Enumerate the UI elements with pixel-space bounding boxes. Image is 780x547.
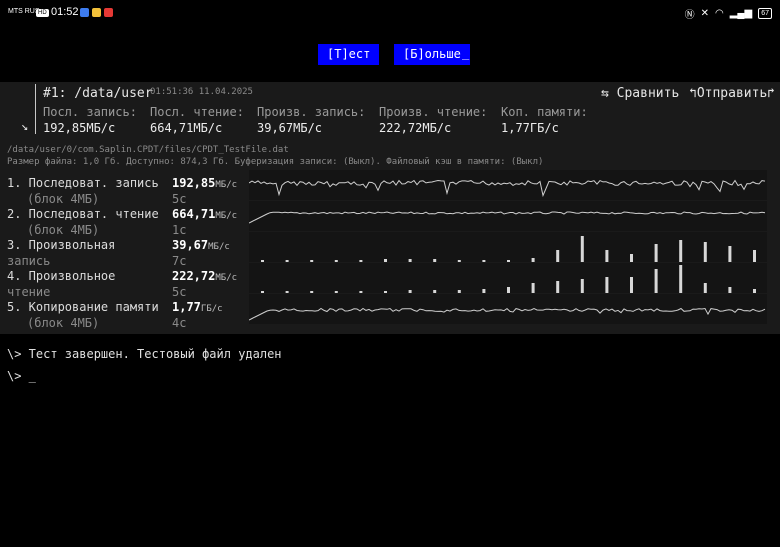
test-name: 5. Копирование памяти: [7, 300, 159, 314]
summary-header: Произв. чтение:: [379, 105, 488, 119]
app-notification-icon: [104, 8, 113, 17]
test-unit: МБ/с: [215, 180, 238, 190]
test-value: 192,85МБ/с: [172, 176, 237, 190]
status-time: 01:52: [51, 6, 79, 18]
summary-header: Коп. памяти:: [501, 105, 588, 119]
expand-arrow-icon[interactable]: ↘: [21, 119, 28, 133]
test-subtitle: (блок 4МБ): [27, 223, 100, 237]
test-value-number: 192,85: [172, 176, 216, 190]
summary-value: 1,77ГБ/с: [501, 121, 559, 135]
test-value-number: 1,77: [172, 300, 201, 314]
test-unit: МБ/с: [215, 211, 238, 221]
system-icons: Ⓝ ✕ ◠ ▂▄▆ 67: [685, 6, 772, 21]
mute-icon: ✕: [700, 8, 709, 19]
test-name: 4. Произвольное: [7, 269, 116, 283]
file-path: /data/user/0/com.Saplin.CPDT/files/CPDT_…: [7, 145, 289, 155]
test-name: 3. Произвольная: [7, 238, 116, 252]
test-unit: МБ/с: [208, 242, 230, 252]
test-name: 1. Последоват. запись: [7, 176, 159, 190]
test-duration: 4с: [172, 316, 187, 330]
throughput-graphs: [249, 170, 767, 324]
nfc-icon: Ⓝ: [684, 10, 695, 21]
signal-icon: ▂▄▆: [729, 8, 753, 19]
input-cursor: _: [462, 46, 470, 60]
test-duration: 1с: [172, 223, 187, 237]
test-name: 2. Последоват. чтение: [7, 207, 159, 221]
battery-icon: 67: [758, 8, 772, 19]
app-notification-icon: [80, 8, 89, 17]
test-duration: 7с: [172, 254, 187, 268]
test-value: 664,71МБ/с: [172, 207, 237, 221]
more-button[interactable]: [Б]ольше: [394, 44, 470, 65]
test-value: 222,72МБ/с: [172, 269, 237, 283]
summary-header: Посл. чтение:: [150, 105, 244, 119]
test-value: 1,77ГБ/с: [172, 300, 223, 314]
result-title: #1: /data/user: [43, 86, 153, 101]
carrier-name: MTS RUS: [8, 8, 40, 15]
terminal-message: \> Тест завершен. Тестовый файл удален: [7, 347, 282, 361]
test-value-number: 222,72: [172, 269, 216, 283]
test-subtitle: (блок 4МБ): [27, 192, 100, 206]
compare-button[interactable]: ⇆ Сравнить: [601, 86, 679, 101]
test-value-number: 39,67: [172, 238, 209, 252]
result-divider: [35, 84, 36, 134]
summary-header: Произв. запись:: [257, 105, 366, 119]
summary-header: Посл. запись:: [43, 105, 137, 119]
file-info: Размер файла: 1,0 Гб. Доступно: 874,3 Гб…: [7, 157, 544, 167]
app-notification-icon: [92, 8, 101, 17]
test-unit: ГБ/с: [200, 304, 223, 314]
test-unit: МБ/с: [215, 273, 238, 283]
status-bar: MTS RUS HD 01:52 Ⓝ ✕ ◠ ▂▄▆ 67: [0, 0, 780, 26]
test-value: 39,67МБ/с: [172, 238, 230, 252]
summary-value: 39,67МБ/с: [257, 121, 323, 135]
send-button[interactable]: ↰Отправить↱: [689, 86, 775, 101]
summary-value: 664,71МБ/с: [150, 121, 223, 135]
test-subtitle: (блок 4МБ): [27, 316, 100, 330]
test-subtitle: запись: [7, 254, 51, 268]
summary-value: 222,72МБ/с: [379, 121, 452, 135]
result-timestamp: 01:51:36 11.04.2025: [150, 87, 253, 97]
test-duration: 5с: [172, 285, 187, 299]
summary-value: 192,85МБ/с: [43, 121, 116, 135]
wifi-icon: ◠: [715, 8, 724, 19]
test-button[interactable]: [Т]ест: [318, 44, 380, 65]
test-value-number: 664,71: [172, 207, 216, 221]
test-duration: 5с: [172, 192, 187, 206]
test-subtitle: чтение: [7, 285, 51, 299]
terminal-prompt[interactable]: \> _: [7, 369, 36, 383]
network-badge: HD: [36, 9, 49, 17]
